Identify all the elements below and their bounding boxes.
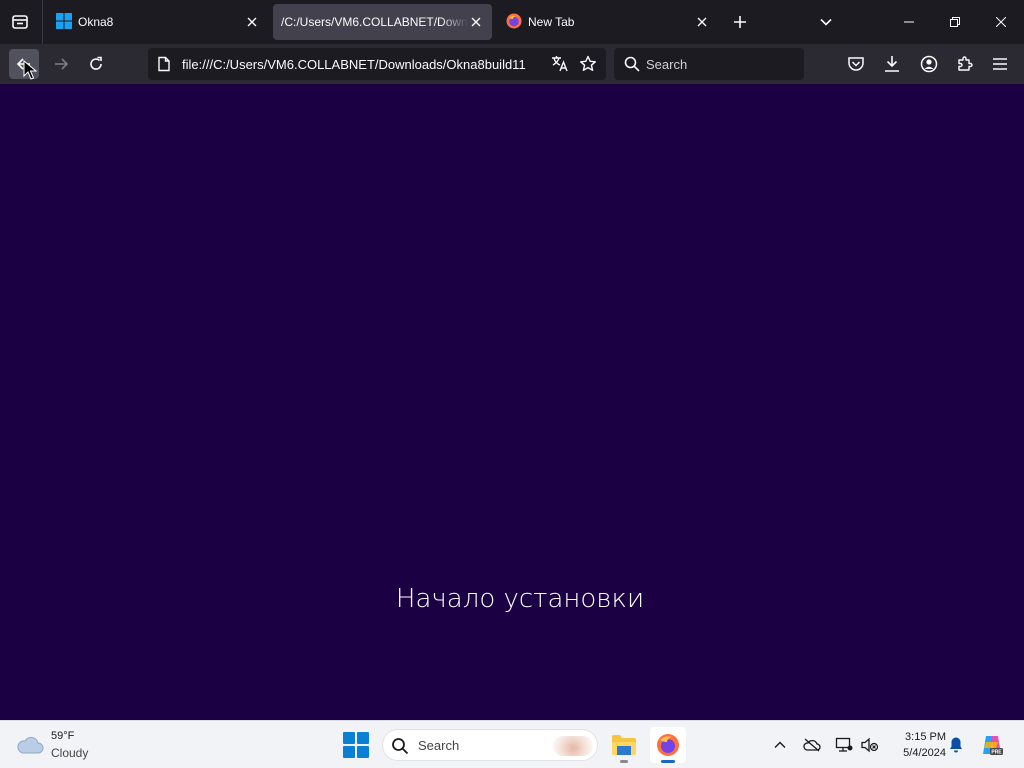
firefox-logo-icon: [506, 13, 522, 32]
clock-time: 3:15 PM: [905, 731, 946, 743]
close-tab-icon[interactable]: [244, 14, 260, 30]
hamburger-menu-icon[interactable]: [990, 54, 1010, 74]
taskbar-clock[interactable]: 3:15 PM 5/4/2024: [886, 729, 946, 761]
copilot-icon[interactable]: PRE: [980, 733, 1004, 757]
page-content: Начало установки: [0, 84, 1024, 720]
windows-logo-icon: [56, 12, 72, 32]
tab-new-tab[interactable]: New Tab: [498, 4, 718, 40]
address-bar[interactable]: file:///C:/Users/VM6.COLLABNET/Downloads…: [148, 48, 606, 80]
tab-separator: [42, 0, 43, 44]
pocket-icon[interactable]: [846, 54, 866, 74]
forward-button[interactable]: [46, 49, 76, 79]
chevron-up-icon[interactable]: [770, 735, 790, 755]
restore-button[interactable]: [932, 0, 978, 44]
taskbar-search-box[interactable]: Search: [382, 729, 598, 761]
start-button[interactable]: [342, 731, 370, 759]
close-tab-icon[interactable]: [468, 14, 484, 30]
firefox-logo-icon: [657, 734, 679, 756]
close-tab-icon[interactable]: [694, 14, 710, 30]
downloads-icon[interactable]: [882, 54, 902, 74]
mouse-cursor-icon: [23, 60, 37, 80]
weather-condition: Cloudy: [51, 746, 89, 760]
search-icon: [391, 737, 409, 760]
onedrive-offline-icon[interactable]: [802, 735, 822, 755]
clock-date: 5/4/2024: [903, 747, 946, 759]
active-indicator: [661, 760, 675, 763]
tab-installer-file[interactable]: /C:/Users/VM6.COLLABNET/Downloads/Okna8b…: [273, 4, 492, 40]
tab-okna8[interactable]: Okna8: [48, 4, 268, 40]
firefox-view-icon[interactable]: [4, 6, 36, 38]
new-tab-button[interactable]: [728, 10, 752, 34]
notification-bell-icon[interactable]: [946, 735, 966, 755]
tab-title: /C:/Users/VM6.COLLABNET/Downloads/Okna8b…: [281, 15, 468, 29]
weather-temperature: 59°F: [51, 730, 75, 742]
translate-icon[interactable]: [550, 54, 570, 74]
file-explorer-button[interactable]: [606, 727, 642, 763]
installation-start-message: Начало установки: [395, 584, 645, 614]
svg-text:PRE: PRE: [991, 750, 1002, 756]
search-placeholder: Search: [646, 57, 688, 72]
tab-title: New Tab: [528, 15, 575, 29]
list-all-tabs-chevron-down-icon[interactable]: [814, 10, 838, 34]
taskbar: 59°F Cloudy Search 3:15 PM 5/4/2024 PRE: [0, 720, 1024, 768]
taskbar-search-placeholder: Search: [418, 738, 460, 753]
url-text[interactable]: file:///C:/Users/VM6.COLLABNET/Downloads…: [182, 57, 548, 72]
speaker-muted-icon[interactable]: [860, 735, 880, 755]
page-icon: [156, 56, 172, 72]
navigation-toolbar: file:///C:/Users/VM6.COLLABNET/Downloads…: [0, 44, 1024, 84]
search-icon: [624, 56, 640, 72]
search-bar[interactable]: Search: [614, 48, 804, 80]
minimize-button[interactable]: [886, 0, 932, 44]
weather-widget[interactable]: 59°F Cloudy: [14, 727, 124, 763]
firefox-taskbar-button[interactable]: [650, 727, 686, 763]
close-window-button[interactable]: [978, 0, 1024, 44]
tab-title: Okna8: [78, 15, 114, 29]
extensions-puzzle-icon[interactable]: [955, 54, 975, 74]
reload-button[interactable]: [81, 49, 111, 79]
tab-strip: Okna8 /C:/Users/VM6.COLLABNET/Downloads/…: [0, 0, 1024, 44]
account-icon[interactable]: [919, 54, 939, 74]
folder-icon: [612, 735, 636, 755]
cloud-icon: [16, 735, 44, 760]
search-highlight-image: [553, 736, 593, 756]
running-indicator: [620, 760, 628, 763]
bookmark-star-icon[interactable]: [578, 54, 598, 74]
display-icon[interactable]: [834, 735, 854, 755]
